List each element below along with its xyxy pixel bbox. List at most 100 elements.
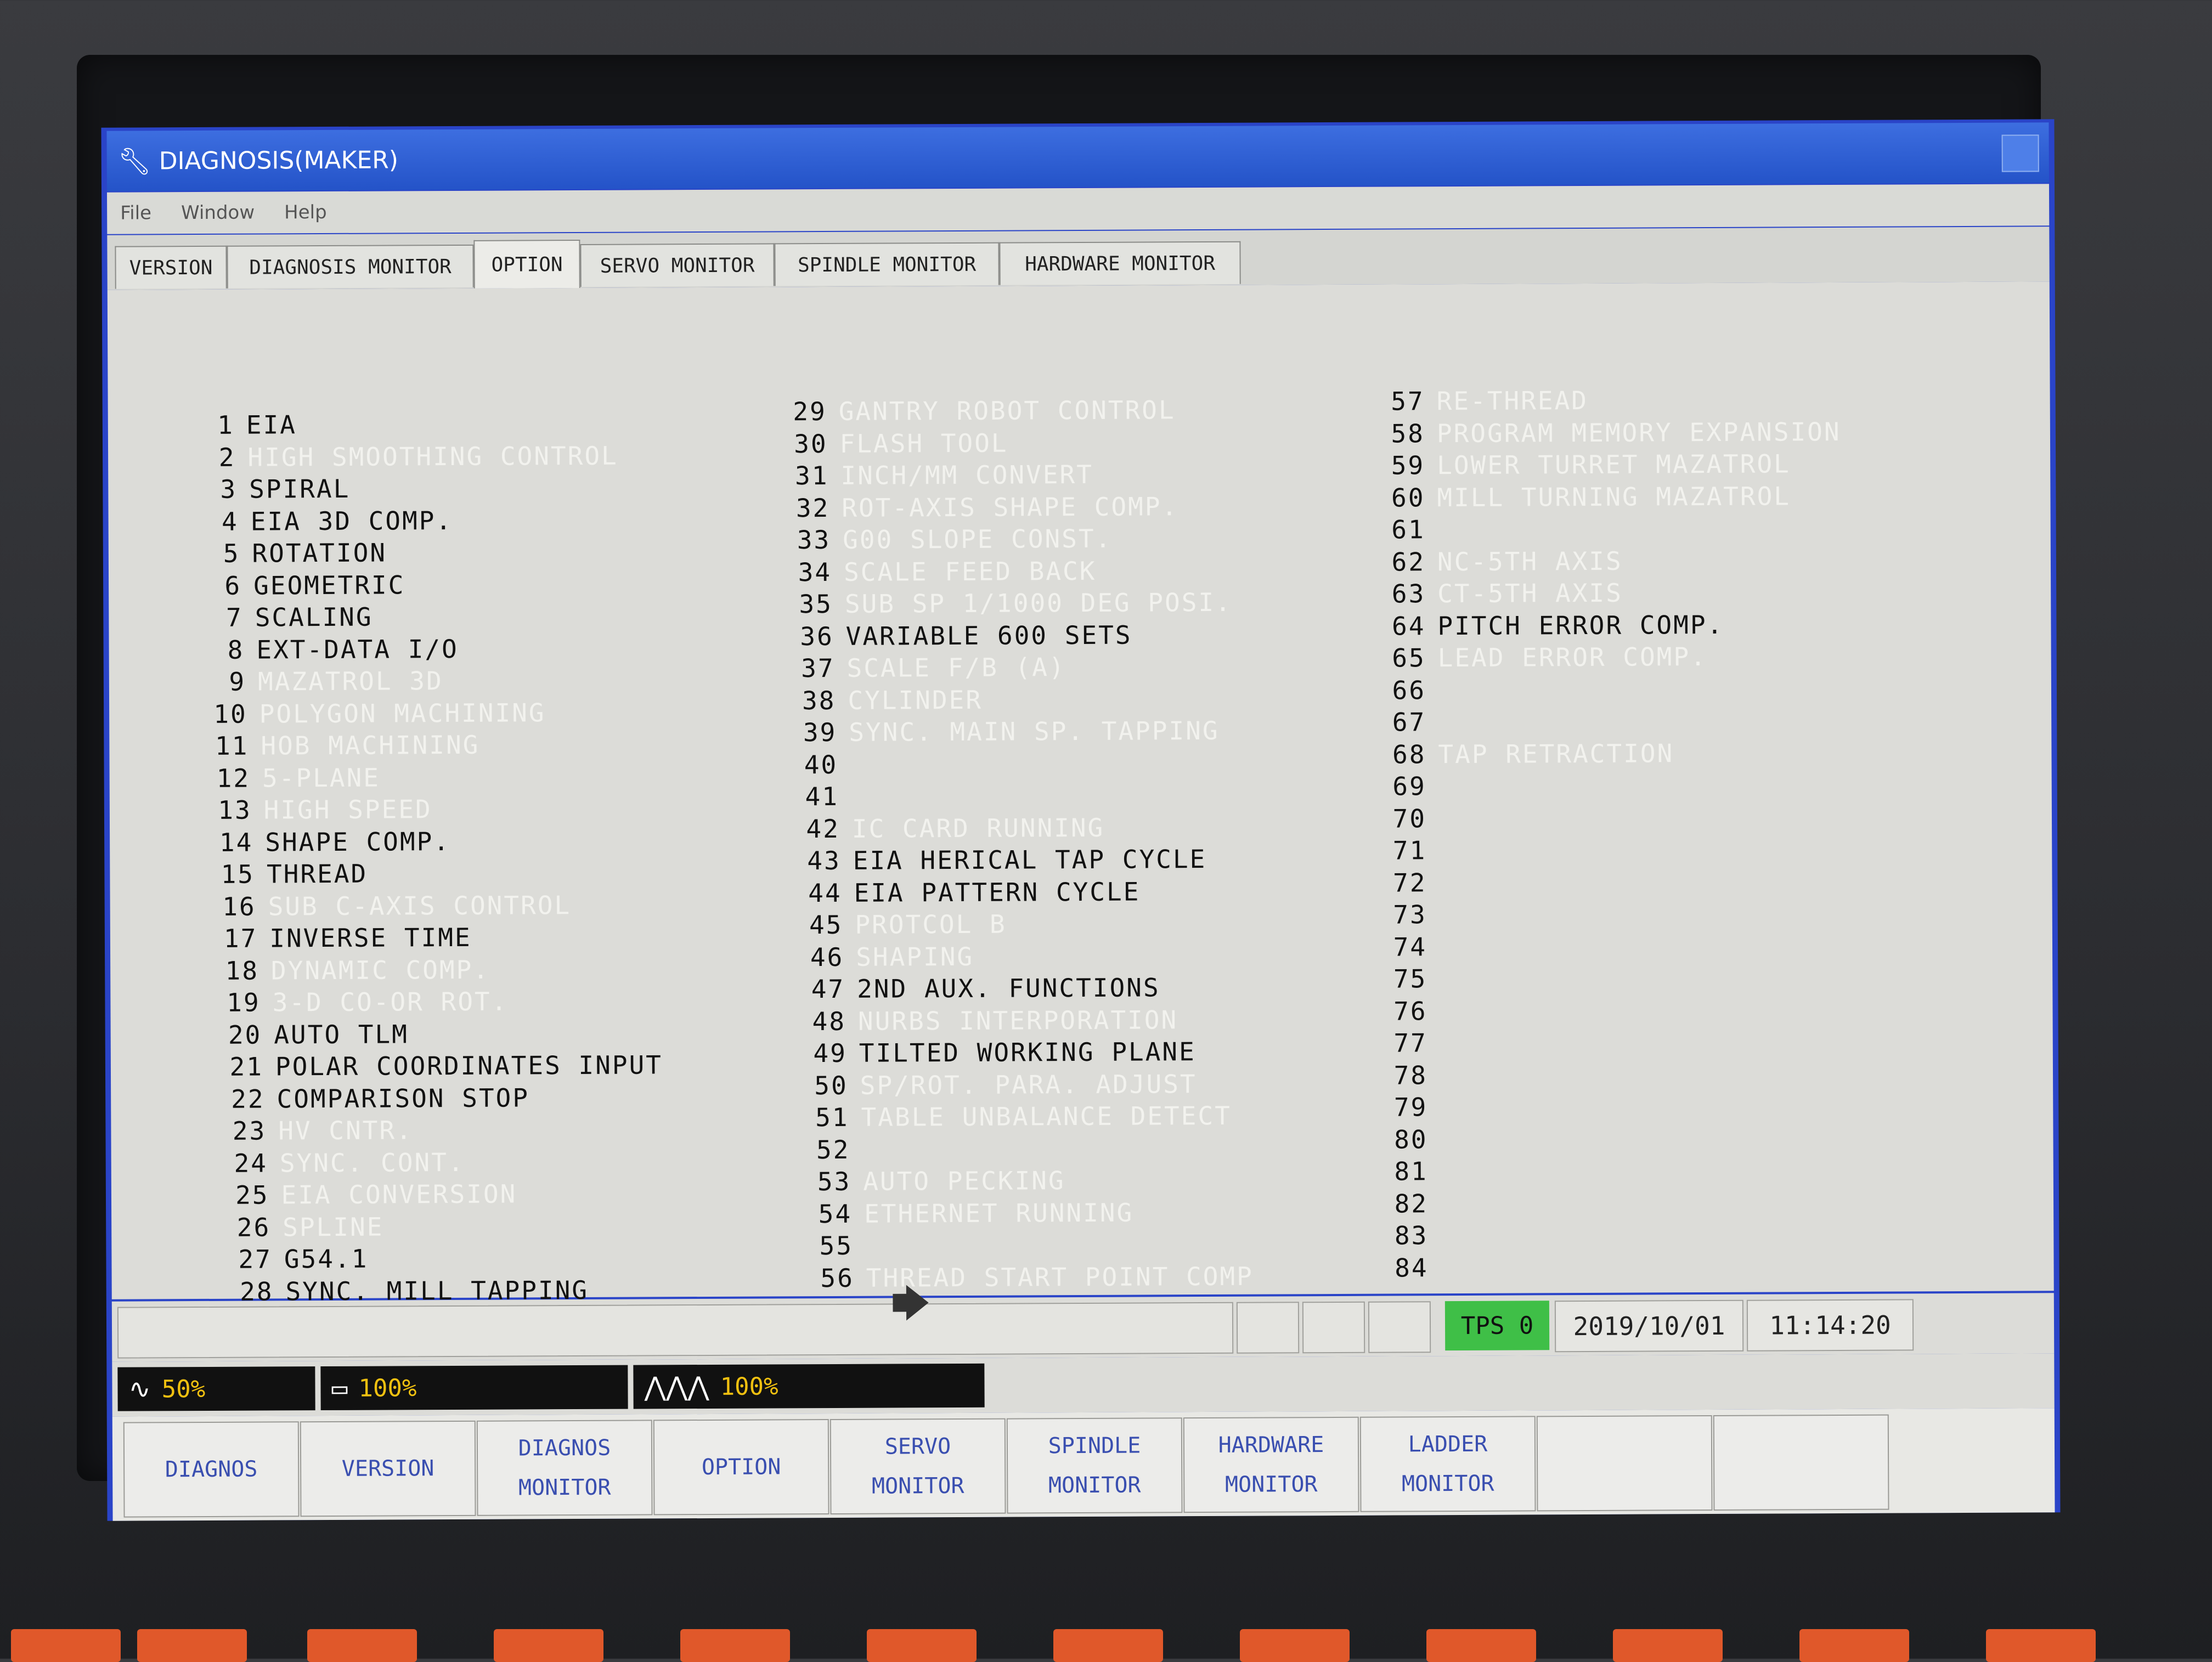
hardware-key[interactable] bbox=[137, 1629, 247, 1662]
option-label: SCALING bbox=[255, 602, 373, 632]
tab-servo-monitor[interactable]: SERVO MONITOR bbox=[580, 243, 774, 287]
option-number: 12 bbox=[206, 763, 250, 793]
hardware-key[interactable] bbox=[1426, 1629, 1536, 1662]
spindle-override-value: 50% bbox=[162, 1375, 206, 1403]
option-item: 67 bbox=[1382, 707, 1438, 737]
hardware-key[interactable] bbox=[1240, 1629, 1350, 1662]
option-item: 9 MAZATROL 3D bbox=[202, 666, 443, 697]
option-label: EIA HERICAL TAP CYCLE bbox=[853, 844, 1207, 875]
option-number: 83 bbox=[1384, 1220, 1428, 1250]
option-number: 68 bbox=[1382, 739, 1426, 769]
option-item: 10POLYGON MACHINING bbox=[204, 698, 546, 729]
hardware-key[interactable] bbox=[867, 1629, 977, 1662]
option-label: MAZATROL 3D bbox=[258, 666, 443, 696]
hardware-key[interactable] bbox=[11, 1629, 121, 1662]
option-item: 79 bbox=[1384, 1092, 1440, 1122]
option-label: IC CARD RUNNING bbox=[852, 812, 1105, 843]
option-item: 44EIA PATTERN CYCLE bbox=[798, 877, 1140, 908]
option-number: 54 bbox=[808, 1199, 852, 1228]
feed-icon: ▭ bbox=[331, 1373, 347, 1404]
softkey-8[interactable]: LADDERMONITOR bbox=[1360, 1416, 1536, 1512]
option-label: EIA 3D COMP. bbox=[251, 505, 453, 536]
wrench-icon: 🔧︎ bbox=[118, 145, 151, 177]
softkey-10[interactable] bbox=[1713, 1415, 1889, 1511]
option-number: 27 bbox=[228, 1244, 272, 1274]
softkey-2[interactable]: VERSION bbox=[300, 1421, 476, 1517]
tab-spindle-monitor[interactable]: SPINDLE MONITOR bbox=[774, 242, 999, 286]
option-number: 59 bbox=[1381, 450, 1425, 480]
option-item: 39SYNC. MAIN SP. TAPPING bbox=[793, 716, 1220, 747]
spindle-override-meter: ∿ 50% bbox=[117, 1366, 315, 1411]
tab-version[interactable]: VERSION bbox=[115, 246, 227, 289]
option-label: SPLINE bbox=[283, 1212, 383, 1242]
softkey-9[interactable] bbox=[1537, 1415, 1713, 1511]
option-number: 53 bbox=[807, 1167, 851, 1196]
softkey-label-line2: MONITOR bbox=[1225, 1465, 1318, 1505]
option-number: 63 bbox=[1381, 579, 1425, 608]
option-item: 15THREAD bbox=[211, 859, 368, 889]
option-label: LEAD ERROR COMP. bbox=[1438, 642, 1707, 672]
option-item: 61 bbox=[1381, 515, 1437, 544]
window-control-button[interactable] bbox=[2002, 134, 2039, 172]
option-number: 62 bbox=[1381, 547, 1425, 576]
hardware-key[interactable] bbox=[1613, 1629, 1723, 1662]
option-item: 78 bbox=[1384, 1060, 1440, 1090]
option-label: ROT-AXIS SHAPE COMP. bbox=[842, 491, 1178, 523]
menu-file[interactable]: File bbox=[120, 202, 151, 224]
option-label: POLAR COORDINATES INPUT bbox=[275, 1050, 663, 1081]
hardware-key[interactable] bbox=[1053, 1629, 1163, 1662]
hardware-key[interactable] bbox=[1799, 1629, 1909, 1662]
option-number: 39 bbox=[793, 717, 837, 747]
menu-window[interactable]: Window bbox=[181, 202, 255, 224]
option-label: INCH/MM CONVERT bbox=[840, 460, 1093, 490]
option-item: 63CT-5TH AXIS bbox=[1381, 578, 1623, 609]
softkey-7[interactable]: HARDWAREMONITOR bbox=[1183, 1417, 1359, 1513]
softkey-6[interactable]: SPINDLEMONITOR bbox=[1007, 1417, 1183, 1513]
softkey-label-line2: MONITOR bbox=[518, 1468, 611, 1508]
tab-hardware-monitor[interactable]: HARDWARE MONITOR bbox=[999, 241, 1240, 285]
option-item: 32 ROT-AXIS SHAPE COMP. bbox=[786, 491, 1178, 523]
option-number: 32 bbox=[786, 493, 830, 522]
hardware-key[interactable] bbox=[307, 1629, 417, 1662]
option-number: 9 bbox=[202, 667, 246, 697]
softkey-3[interactable]: DIAGNOSMONITOR bbox=[477, 1420, 653, 1516]
option-label: ETHERNET RUNNING bbox=[864, 1197, 1133, 1228]
option-item: 11HOB MACHINING bbox=[205, 730, 479, 761]
softkey-bar: DIAGNOSVERSIONDIAGNOSMONITOROPTIONSERVOM… bbox=[112, 1408, 2055, 1520]
menu-help[interactable]: Help bbox=[284, 201, 327, 223]
option-number: 7 bbox=[199, 603, 243, 632]
option-item: 55 bbox=[809, 1231, 865, 1260]
option-number: 35 bbox=[789, 589, 833, 619]
softkey-4[interactable]: OPTION bbox=[653, 1419, 830, 1515]
option-number: 13 bbox=[208, 795, 252, 825]
option-number: 24 bbox=[224, 1148, 268, 1178]
tab-option[interactable]: OPTION bbox=[473, 240, 580, 289]
option-number: 6 bbox=[198, 570, 241, 600]
option-item: 26SPLINE bbox=[227, 1212, 383, 1242]
option-item: 27G54.1 bbox=[228, 1244, 369, 1274]
option-item: 21POLAR COORDINATES INPUT bbox=[219, 1050, 663, 1082]
hardware-key[interactable] bbox=[680, 1629, 790, 1662]
tab-diagnosis-monitor[interactable]: DIAGNOSIS MONITOR bbox=[227, 245, 473, 289]
feed-override-meter: ▭ 100% bbox=[320, 1365, 628, 1410]
softkey-5[interactable]: SERVOMONITOR bbox=[830, 1418, 1006, 1514]
softkey-label-line1: DIAGNOS bbox=[518, 1428, 611, 1468]
menu-bar: File Window Help bbox=[107, 184, 2049, 234]
option-number: 33 bbox=[787, 525, 831, 555]
option-label: NURBS INTERPORATION bbox=[858, 1005, 1178, 1036]
option-label: PROGRAM MEMORY EXPANSION bbox=[1437, 416, 1841, 448]
hardware-key[interactable] bbox=[1986, 1629, 2096, 1662]
option-label: 2ND AUX. FUNCTIONS bbox=[857, 973, 1160, 1003]
hardware-key[interactable] bbox=[494, 1629, 603, 1662]
option-number: 70 bbox=[1383, 804, 1426, 833]
option-item: 82 bbox=[1384, 1189, 1440, 1218]
option-number: 22 bbox=[221, 1084, 264, 1113]
option-number: 48 bbox=[802, 1006, 846, 1036]
softkey-1[interactable]: DIAGNOS bbox=[123, 1421, 300, 1517]
monitor-bezel: 🔧︎ DIAGNOSIS(MAKER) File Window Help VER… bbox=[77, 55, 2041, 1481]
title-bar: 🔧︎ DIAGNOSIS(MAKER) bbox=[107, 122, 2049, 191]
option-label: SYNC. CONT. bbox=[280, 1147, 465, 1177]
rapid-override-meter: ⋀⋀⋀ 100% bbox=[633, 1364, 984, 1409]
option-label: EXT-DATA I/O bbox=[256, 634, 459, 664]
option-number: 51 bbox=[805, 1103, 849, 1132]
